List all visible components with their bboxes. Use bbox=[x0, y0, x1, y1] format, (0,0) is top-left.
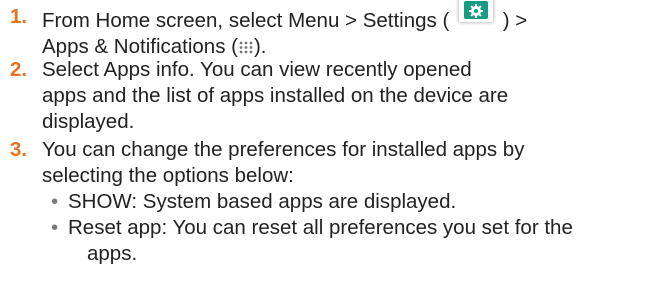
option-text: Reset app: You can reset all preferences… bbox=[68, 216, 573, 239]
option-text-continued: apps. bbox=[87, 242, 138, 265]
option-item: • SHOW: System based apps are displayed. bbox=[42, 189, 657, 215]
option-item: • Reset app: You can reset all preferenc… bbox=[42, 215, 657, 267]
settings-gear-icon bbox=[459, 0, 494, 22]
bullet-icon: • bbox=[51, 216, 59, 239]
step-number: 3. bbox=[10, 138, 28, 161]
step-1-text-b: ) > bbox=[502, 9, 528, 32]
step-2-line: displayed. bbox=[42, 110, 135, 133]
step-1-line-1: From Home screen, select Menu > Settings… bbox=[42, 0, 657, 34]
step-2-line: apps and the list of apps installed on t… bbox=[42, 84, 509, 107]
step-1-text-c: Apps & Notifications ( bbox=[42, 35, 238, 58]
option-list: • SHOW: System based apps are displayed.… bbox=[42, 189, 657, 267]
step-number: 2. bbox=[10, 58, 28, 81]
step-2-line: Select Apps info. You can view recently … bbox=[42, 58, 472, 81]
step-number: 1. bbox=[10, 5, 28, 28]
step-1-text-d: ). bbox=[253, 35, 267, 58]
option-text: SHOW: System based apps are displayed. bbox=[68, 190, 457, 213]
bullet-icon: • bbox=[51, 190, 59, 213]
step-3-line: You can change the preferences for insta… bbox=[42, 138, 525, 161]
step-2: 2. Select Apps info. You can view recent… bbox=[10, 57, 657, 135]
step-1-text-a: From Home screen, select Menu > Settings… bbox=[42, 9, 450, 32]
step-3-line: selecting the options below: bbox=[42, 164, 294, 187]
step-1: 1. From Home screen, select Menu > Setti… bbox=[10, 0, 657, 61]
step-3: 3. You can change the preferences for in… bbox=[10, 137, 657, 267]
instruction-document: 1. From Home screen, select Menu > Setti… bbox=[0, 0, 665, 300]
